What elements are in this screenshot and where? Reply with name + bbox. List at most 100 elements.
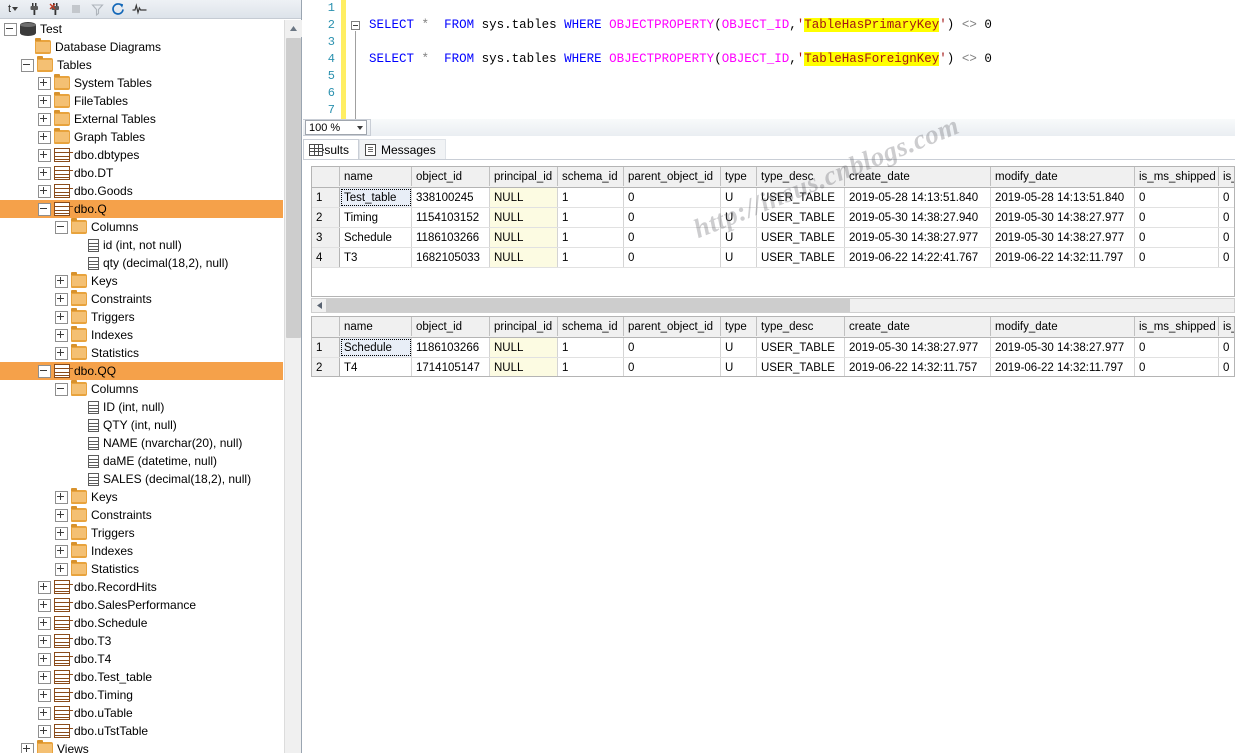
expand-icon[interactable] bbox=[38, 580, 51, 594]
tree-node[interactable]: Columns bbox=[0, 380, 283, 398]
cell-type[interactable]: U bbox=[721, 188, 757, 207]
tree-node[interactable]: dbo.uTstTable bbox=[0, 722, 283, 740]
cell-type_desc[interactable]: USER_TABLE bbox=[757, 248, 845, 267]
table-row[interactable]: 3 Schedule 1186103266 NULL 1 0 U USER_TABLE 2019… bbox=[312, 228, 1234, 248]
column-header-modify_date[interactable]: modify_date bbox=[991, 167, 1135, 186]
results-grid-1[interactable]: name object_id principal_id schema_id parent… bbox=[311, 166, 1235, 297]
expand-icon[interactable] bbox=[38, 616, 51, 630]
cell-name[interactable]: Schedule bbox=[340, 338, 412, 357]
collapse-icon[interactable] bbox=[55, 382, 68, 396]
cell-is_ms_shipped[interactable]: 0 bbox=[1135, 208, 1219, 227]
tree-node[interactable]: dbo.T3 bbox=[0, 632, 283, 650]
tree-node[interactable]: Keys bbox=[0, 272, 283, 290]
tree-node[interactable]: dbo.Schedule bbox=[0, 614, 283, 632]
cell-modify_date[interactable]: 2019-06-22 14:32:11.797 bbox=[991, 248, 1135, 267]
column-header-principal_id[interactable]: principal_id bbox=[490, 167, 558, 186]
cell-type_desc[interactable]: USER_TABLE bbox=[757, 228, 845, 247]
tree-node[interactable]: Triggers bbox=[0, 524, 283, 542]
tree-node[interactable]: dbo.Q bbox=[0, 200, 283, 218]
tree-node[interactable]: dbo.RecordHits bbox=[0, 578, 283, 596]
cell-principal_id[interactable]: NULL bbox=[490, 188, 558, 207]
cell-principal_id[interactable]: NULL bbox=[490, 338, 558, 357]
cell-type[interactable]: U bbox=[721, 338, 757, 357]
code-line[interactable] bbox=[369, 0, 1235, 17]
cell-type[interactable]: U bbox=[721, 358, 757, 376]
column-header-is_ms_shipped[interactable]: is_ms_shipped bbox=[1135, 317, 1219, 336]
sql-code-text[interactable]: SELECT * FROM sys.tables WHERE OBJECTPRO… bbox=[369, 0, 1235, 119]
cell-create_date[interactable]: 2019-06-22 14:32:11.757 bbox=[845, 358, 991, 376]
tree-node[interactable]: External Tables bbox=[0, 110, 283, 128]
cell-is_ms_shipped[interactable]: 0 bbox=[1135, 358, 1219, 376]
tree-node[interactable]: dbo.DT bbox=[0, 164, 283, 182]
cell-is_published[interactable]: 0 bbox=[1219, 208, 1234, 227]
expand-icon[interactable] bbox=[38, 652, 51, 666]
cell-is_ms_shipped[interactable]: 0 bbox=[1135, 338, 1219, 357]
cell-create_date[interactable]: 2019-06-22 14:22:41.767 bbox=[845, 248, 991, 267]
code-line[interactable] bbox=[369, 85, 1235, 102]
code-line[interactable] bbox=[369, 102, 1235, 119]
column-header-schema_id[interactable]: schema_id bbox=[558, 167, 624, 186]
tree-node[interactable]: dbo.dbtypes bbox=[0, 146, 283, 164]
cell-principal_id[interactable]: NULL bbox=[490, 248, 558, 267]
cell-modify_date[interactable]: 2019-05-30 14:38:27.977 bbox=[991, 338, 1135, 357]
column-header-type_desc[interactable]: type_desc bbox=[757, 167, 845, 186]
tree-node[interactable]: Test bbox=[0, 20, 283, 38]
table-row[interactable]: 2 Timing 1154103152 NULL 1 0 U USER_TABLE 2019-0… bbox=[312, 208, 1234, 228]
tree-node[interactable]: Statistics bbox=[0, 344, 283, 362]
cell-name[interactable]: Schedule bbox=[340, 228, 412, 247]
tree-node[interactable]: ID (int, null) bbox=[0, 398, 283, 416]
cell-is_published[interactable]: 0 bbox=[1219, 188, 1234, 207]
expand-icon[interactable] bbox=[38, 598, 51, 612]
hscroll-thumb[interactable] bbox=[326, 299, 850, 312]
cell-create_date[interactable]: 2019-05-30 14:38:27.940 bbox=[845, 208, 991, 227]
table-row[interactable]: 1 Test_table 338100245 NULL 1 0 U USER_TABLE 201… bbox=[312, 188, 1234, 208]
column-header-schema_id[interactable]: schema_id bbox=[558, 317, 624, 336]
cell-schema_id[interactable]: 1 bbox=[558, 188, 624, 207]
cell-type[interactable]: U bbox=[721, 228, 757, 247]
grid-2-body[interactable]: 1 Schedule 1186103266 NULL 1 0 U USER_TABLE 2019… bbox=[312, 338, 1234, 376]
cell-create_date[interactable]: 2019-05-28 14:13:51.840 bbox=[845, 188, 991, 207]
cell-principal_id[interactable]: NULL bbox=[490, 358, 558, 376]
cell-modify_date[interactable]: 2019-06-22 14:32:11.797 bbox=[991, 358, 1135, 376]
column-header-type[interactable]: type bbox=[721, 317, 757, 336]
table-row[interactable]: 2 T4 1714105147 NULL 1 0 U USER_TABLE 2019-06-22… bbox=[312, 358, 1234, 376]
zoom-level-select[interactable]: 100 % bbox=[305, 120, 367, 135]
cell-type_desc[interactable]: USER_TABLE bbox=[757, 358, 845, 376]
results-grid-2[interactable]: name object_id principal_id schema_id parent… bbox=[311, 316, 1235, 377]
tree-node[interactable]: FileTables bbox=[0, 92, 283, 110]
code-line[interactable]: SELECT * FROM sys.tables WHERE OBJECTPRO… bbox=[369, 51, 1235, 68]
code-folding-column[interactable] bbox=[348, 0, 368, 119]
column-header-name[interactable]: name bbox=[340, 167, 412, 186]
cell-name[interactable]: Test_table bbox=[340, 188, 412, 207]
tree-node[interactable]: dbo.uTable bbox=[0, 704, 283, 722]
cell-parent_object_id[interactable]: 0 bbox=[624, 338, 721, 357]
tree-node[interactable]: Tables bbox=[0, 56, 283, 74]
column-header-name[interactable]: name bbox=[340, 317, 412, 336]
hscroll-track[interactable] bbox=[326, 299, 1234, 312]
expand-icon[interactable] bbox=[55, 292, 68, 306]
column-header-object_id[interactable]: object_id bbox=[412, 317, 490, 336]
collapse-icon[interactable] bbox=[38, 202, 51, 216]
tree-node[interactable]: dbo.Test_table bbox=[0, 668, 283, 686]
cell-schema_id[interactable]: 1 bbox=[558, 358, 624, 376]
cell-name[interactable]: Timing bbox=[340, 208, 412, 227]
scroll-thumb[interactable] bbox=[286, 38, 301, 338]
cell-object_id[interactable]: 1186103266 bbox=[412, 228, 490, 247]
cell-modify_date[interactable]: 2019-05-30 14:38:27.977 bbox=[991, 208, 1135, 227]
object-explorer-tree[interactable]: Test Database Diagrams Tables System Tables… bbox=[0, 20, 283, 753]
scroll-left-button[interactable] bbox=[312, 299, 326, 312]
column-header-type[interactable]: type bbox=[721, 167, 757, 186]
connect-button[interactable] bbox=[24, 1, 44, 18]
results-tabstrip[interactable]: Results Messages bbox=[303, 137, 1235, 160]
cell-is_published[interactable]: 0 bbox=[1219, 248, 1234, 267]
row-header[interactable]: 2 bbox=[312, 208, 340, 227]
grid-1-body[interactable]: 1 Test_table 338100245 NULL 1 0 U USER_TABLE 201… bbox=[312, 188, 1234, 268]
code-line[interactable] bbox=[369, 34, 1235, 51]
cell-modify_date[interactable]: 2019-05-28 14:13:51.840 bbox=[991, 188, 1135, 207]
cell-modify_date[interactable]: 2019-05-30 14:38:27.977 bbox=[991, 228, 1135, 247]
expand-icon[interactable] bbox=[55, 544, 68, 558]
column-header-is_ms_shipped[interactable]: is_ms_shipped bbox=[1135, 167, 1219, 186]
expand-icon[interactable] bbox=[38, 166, 51, 180]
tree-node[interactable]: Database Diagrams bbox=[0, 38, 283, 56]
tree-node[interactable]: System Tables bbox=[0, 74, 283, 92]
